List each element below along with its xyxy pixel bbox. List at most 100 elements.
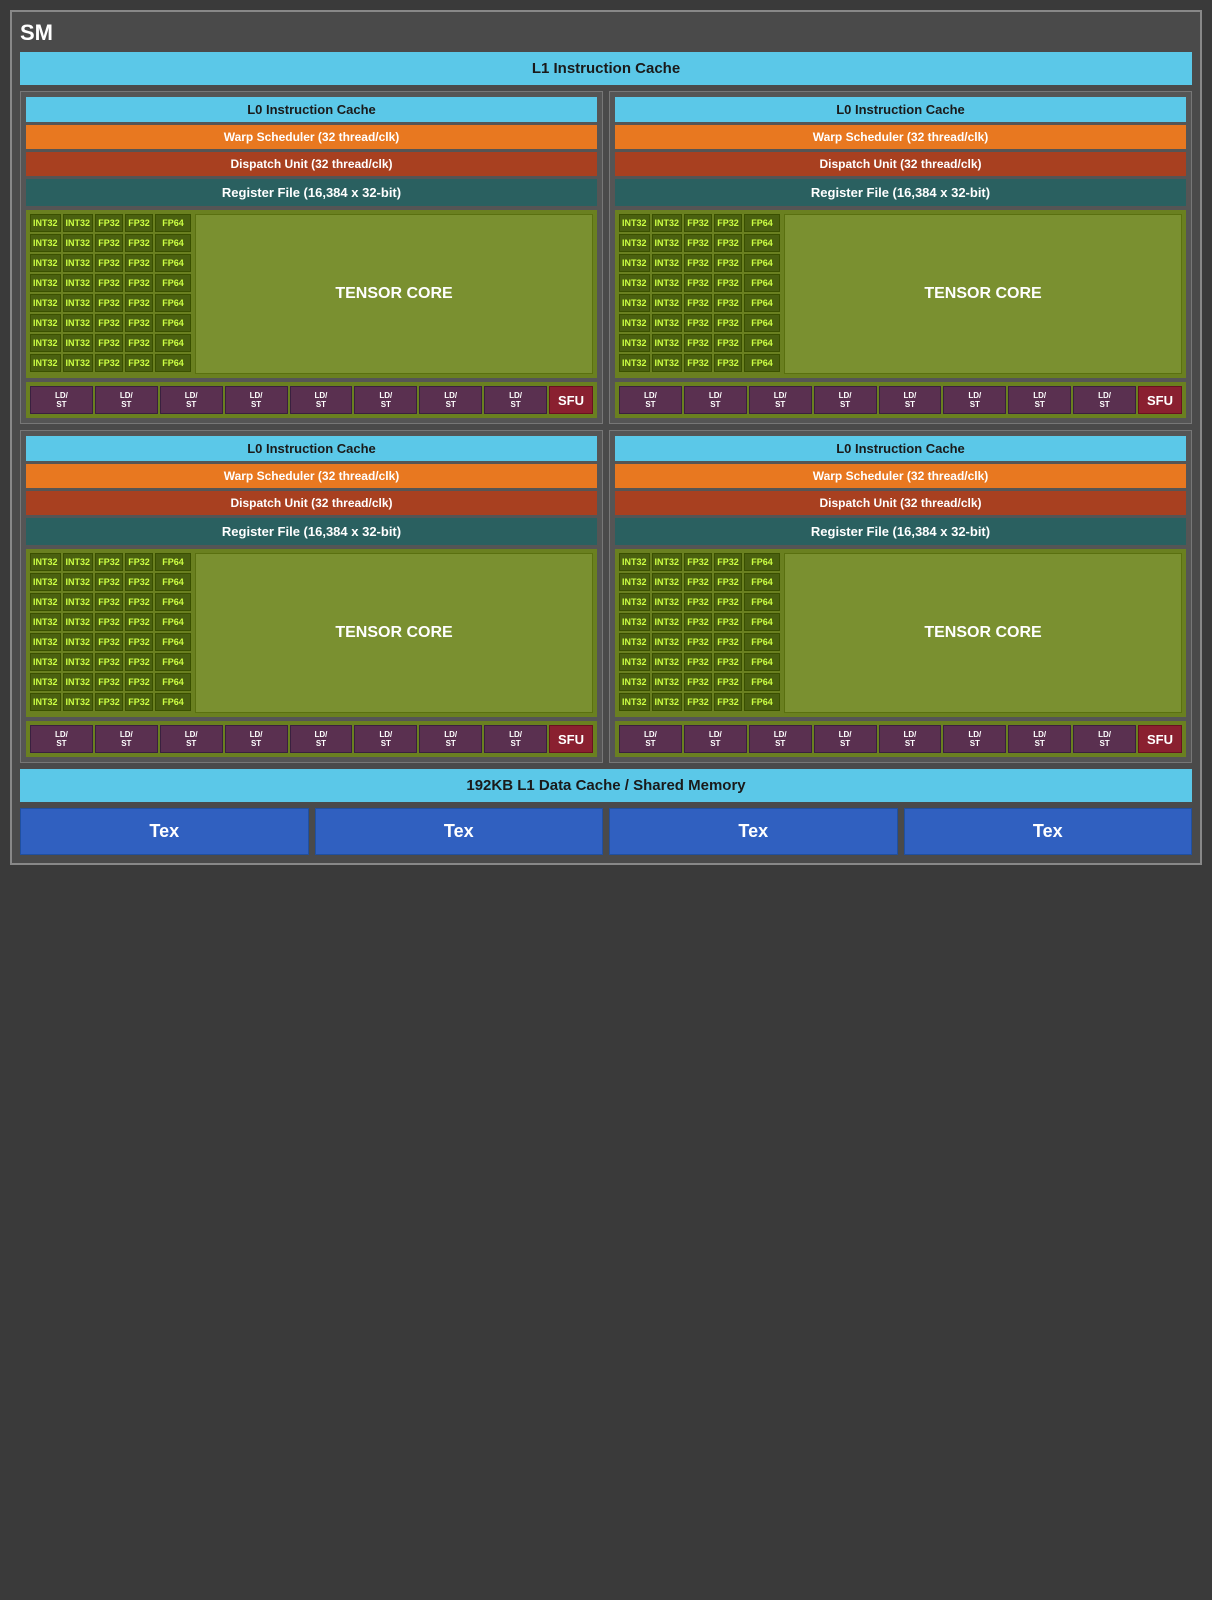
int32-unit: INT32 — [619, 214, 650, 232]
unit-row: INT32 INT32 FP32 FP32 FP64 — [30, 593, 191, 611]
int32-unit: INT32 — [30, 274, 61, 292]
fp32-unit: FP32 — [95, 613, 123, 631]
ldst-unit: LD/ST — [30, 725, 93, 753]
fp32-unit: FP32 — [95, 334, 123, 352]
unit-row: INT32 INT32 FP32 FP32 FP64 — [619, 593, 780, 611]
fp32-unit: FP32 — [125, 334, 153, 352]
warp-scheduler-2: Warp Scheduler (32 thread/clk) — [26, 464, 597, 488]
fp64-unit: FP64 — [155, 294, 191, 312]
fp32-unit: FP32 — [684, 254, 712, 272]
fp32-unit: FP32 — [125, 693, 153, 711]
unit-row: INT32 INT32 FP32 FP32 FP64 — [619, 354, 780, 372]
fp64-unit: FP64 — [155, 214, 191, 232]
int32-unit: INT32 — [63, 593, 94, 611]
fp64-unit: FP64 — [155, 234, 191, 252]
left-units-0: INT32 INT32 FP32 FP32 FP64 INT32 INT32 F… — [30, 214, 191, 374]
fp64-unit: FP64 — [744, 354, 780, 372]
fp32-unit: FP32 — [714, 633, 742, 651]
dispatch-unit-0: Dispatch Unit (32 thread/clk) — [26, 152, 597, 176]
ldst-unit: LD/ST — [943, 386, 1006, 414]
int32-unit: INT32 — [63, 354, 94, 372]
bottom-row-2: LD/ST LD/ST LD/ST LD/ST LD/ST LD/ST LD/S… — [26, 721, 597, 757]
sfu-unit-3: SFU — [1138, 725, 1182, 753]
tex-unit-2: Tex — [609, 808, 898, 855]
unit-row: INT32 INT32 FP32 FP32 FP64 — [30, 653, 191, 671]
ldst-unit: LD/ST — [1008, 386, 1071, 414]
unit-row: INT32 INT32 FP32 FP32 FP64 — [619, 693, 780, 711]
tex-row: Tex Tex Tex Tex — [20, 808, 1192, 855]
ldst-unit: LD/ST — [943, 725, 1006, 753]
ldst-unit: LD/ST — [484, 725, 547, 753]
fp64-unit: FP64 — [155, 633, 191, 651]
ldst-unit: LD/ST — [290, 386, 353, 414]
fp64-unit: FP64 — [744, 314, 780, 332]
fp32-unit: FP32 — [95, 234, 123, 252]
int32-unit: INT32 — [63, 613, 94, 631]
int32-unit: INT32 — [30, 573, 61, 591]
fp32-unit: FP32 — [684, 573, 712, 591]
fp64-unit: FP64 — [744, 234, 780, 252]
int32-unit: INT32 — [619, 234, 650, 252]
fp64-unit: FP64 — [155, 354, 191, 372]
ldst-unit: LD/ST — [879, 386, 942, 414]
int32-unit: INT32 — [63, 214, 94, 232]
ldst-unit: LD/ST — [484, 386, 547, 414]
register-file-3: Register File (16,384 x 32-bit) — [615, 518, 1186, 545]
tensor-core-2: TENSOR CORE — [195, 553, 593, 713]
int32-unit: INT32 — [652, 553, 683, 571]
fp32-unit: FP32 — [714, 573, 742, 591]
ldst-unit: LD/ST — [749, 725, 812, 753]
fp32-unit: FP32 — [684, 653, 712, 671]
int32-unit: INT32 — [652, 274, 683, 292]
int32-unit: INT32 — [30, 613, 61, 631]
int32-unit: INT32 — [63, 234, 94, 252]
unit-row: INT32 INT32 FP32 FP32 FP64 — [30, 354, 191, 372]
unit-row: INT32 INT32 FP32 FP32 FP64 — [30, 294, 191, 312]
fp64-unit: FP64 — [155, 314, 191, 332]
ldst-unit: LD/ST — [684, 725, 747, 753]
warp-scheduler-0: Warp Scheduler (32 thread/clk) — [26, 125, 597, 149]
int32-unit: INT32 — [30, 234, 61, 252]
fp64-unit: FP64 — [744, 334, 780, 352]
unit-row: INT32 INT32 FP32 FP32 FP64 — [619, 214, 780, 232]
fp32-unit: FP32 — [714, 693, 742, 711]
fp32-unit: FP32 — [95, 653, 123, 671]
ldst-unit: LD/ST — [354, 725, 417, 753]
int32-unit: INT32 — [619, 613, 650, 631]
l0-cache-3: L0 Instruction Cache — [615, 436, 1186, 461]
fp64-unit: FP64 — [155, 254, 191, 272]
fp32-unit: FP32 — [125, 214, 153, 232]
int32-unit: INT32 — [652, 633, 683, 651]
unit-row: INT32 INT32 FP32 FP32 FP64 — [30, 274, 191, 292]
sub-sm-2: L0 Instruction Cache Warp Scheduler (32 … — [20, 430, 603, 763]
int32-unit: INT32 — [63, 633, 94, 651]
int32-unit: INT32 — [652, 354, 683, 372]
fp32-unit: FP32 — [95, 693, 123, 711]
l0-cache-0: L0 Instruction Cache — [26, 97, 597, 122]
left-units-1: INT32 INT32 FP32 FP32 FP64 INT32 INT32 F… — [619, 214, 780, 374]
l1-data-cache: 192KB L1 Data Cache / Shared Memory — [20, 769, 1192, 802]
ldst-unit: LD/ST — [419, 386, 482, 414]
int32-unit: INT32 — [63, 294, 94, 312]
l0-cache-1: L0 Instruction Cache — [615, 97, 1186, 122]
unit-row: INT32 INT32 FP32 FP32 FP64 — [30, 553, 191, 571]
fp32-unit: FP32 — [714, 294, 742, 312]
int32-unit: INT32 — [30, 254, 61, 272]
bottom-row-3: LD/ST LD/ST LD/ST LD/ST LD/ST LD/ST LD/S… — [615, 721, 1186, 757]
fp32-unit: FP32 — [125, 593, 153, 611]
fp64-unit: FP64 — [744, 274, 780, 292]
l0-cache-2: L0 Instruction Cache — [26, 436, 597, 461]
fp64-unit: FP64 — [155, 593, 191, 611]
int32-unit: INT32 — [63, 254, 94, 272]
left-units-2: INT32 INT32 FP32 FP32 FP64 INT32 INT32 F… — [30, 553, 191, 713]
fp32-unit: FP32 — [684, 294, 712, 312]
ldst-unit: LD/ST — [1073, 386, 1136, 414]
int32-unit: INT32 — [652, 613, 683, 631]
unit-row: INT32 INT32 FP32 FP32 FP64 — [619, 673, 780, 691]
unit-row: INT32 INT32 FP32 FP32 FP64 — [30, 613, 191, 631]
fp32-unit: FP32 — [125, 613, 153, 631]
sub-sm-1: L0 Instruction Cache Warp Scheduler (32 … — [609, 91, 1192, 424]
compute-area-0: INT32 INT32 FP32 FP32 FP64 INT32 INT32 F… — [26, 210, 597, 378]
fp64-unit: FP64 — [744, 294, 780, 312]
fp32-unit: FP32 — [684, 214, 712, 232]
